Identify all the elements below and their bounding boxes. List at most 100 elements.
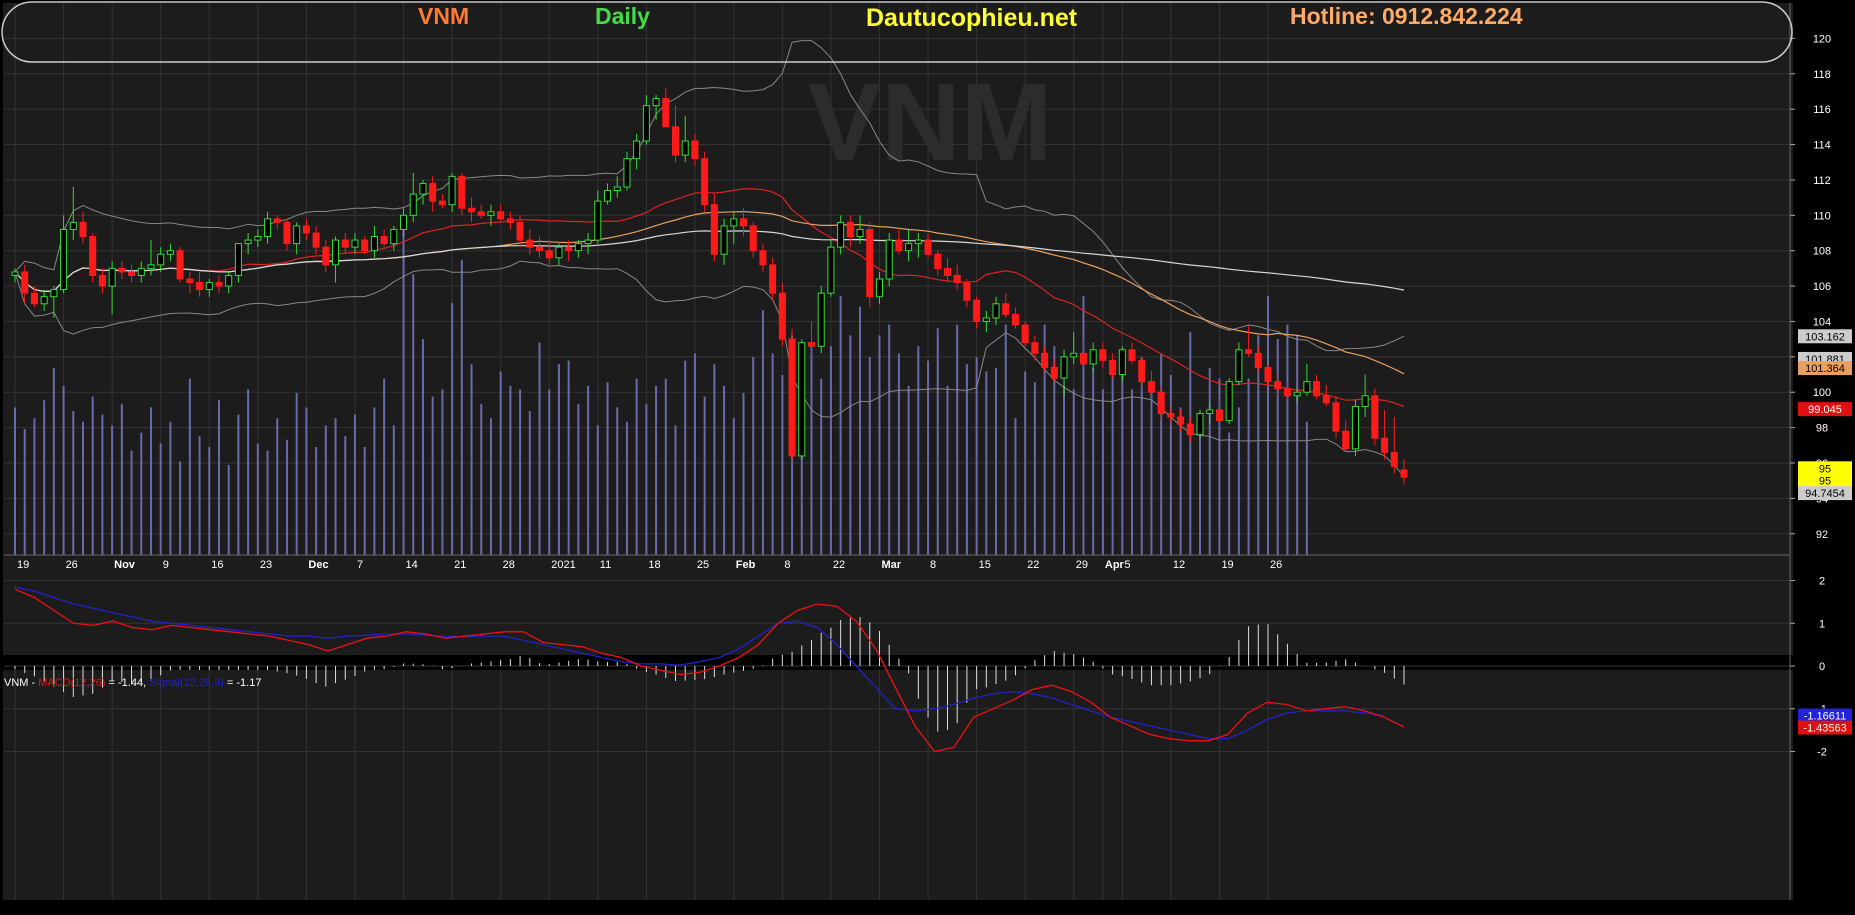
volume-bar	[917, 346, 920, 555]
candle-body	[1079, 352, 1087, 365]
volume-bar	[1121, 375, 1124, 555]
volume-bar	[703, 396, 706, 555]
volume-bar	[72, 411, 75, 555]
macd-legend-prefix: VNM -	[4, 677, 38, 689]
price-y-tick-label: 118	[1813, 69, 1831, 81]
candle-body	[992, 303, 1000, 319]
candle-body	[1215, 409, 1223, 422]
x-tick-label: 11	[600, 559, 611, 571]
volume-bar	[878, 335, 881, 555]
volume-bar	[927, 360, 930, 555]
x-tick-label: Dec	[308, 559, 328, 571]
volume-bar	[140, 432, 143, 555]
candle-body	[312, 232, 320, 248]
stock-chart: VNM 929496981001021041061081101121141161…	[0, 0, 1855, 910]
candle-body	[875, 278, 883, 298]
candle-body	[1041, 352, 1049, 368]
candle-body	[662, 98, 670, 128]
price-y-tick-label: 120	[1813, 33, 1831, 45]
candle-body	[1050, 366, 1058, 379]
candle-body	[866, 228, 874, 298]
x-tick-label: 21	[454, 559, 466, 571]
macd-legend-macd-name: MACD(12,26)	[38, 677, 105, 689]
hotline-label: Hotline: 0912.842.224	[1290, 3, 1523, 29]
candle-body	[1099, 349, 1107, 361]
volume-bar	[995, 367, 998, 555]
candle-body	[846, 221, 854, 238]
x-tick-label: 26	[1270, 559, 1282, 571]
candle-body	[60, 228, 68, 291]
volume-bar	[1072, 389, 1075, 555]
candle-body	[759, 250, 767, 266]
chart-stage: VNM 929496981001021041061081101121141161…	[0, 0, 1855, 910]
volume-bar	[567, 360, 570, 555]
candle-body	[739, 218, 748, 227]
x-tick-label: 22	[833, 559, 845, 571]
volume-bar	[771, 353, 774, 555]
candle-body	[477, 211, 485, 216]
volume-bar	[1305, 421, 1308, 555]
volume-bar	[985, 371, 988, 555]
macd-y-tick-label: -2	[1817, 746, 1827, 758]
volume-bar	[538, 342, 541, 555]
x-tick-label: 8	[930, 559, 936, 571]
x-tick-label: 28	[503, 559, 515, 571]
volume-bar	[732, 418, 735, 555]
x-tick-label: 14	[406, 559, 418, 571]
volume-bar	[208, 447, 211, 555]
volume-bar	[217, 400, 220, 555]
candle-body	[720, 225, 728, 255]
volume-bar	[946, 385, 949, 555]
volume-bar	[674, 425, 677, 555]
candle-body	[147, 264, 155, 269]
volume-bar	[956, 324, 959, 555]
candle-body	[370, 236, 378, 252]
price-value-tag-text: 95	[1819, 463, 1831, 475]
volume-bar	[149, 407, 152, 555]
volume-bar	[285, 439, 288, 555]
candle-body	[1089, 349, 1097, 365]
volume-bar	[1237, 407, 1240, 555]
candle-body	[497, 211, 505, 220]
volume-bar	[431, 396, 434, 555]
candle-body	[400, 214, 408, 230]
volume-bar	[693, 353, 696, 555]
candle-body	[701, 158, 709, 206]
candle-body	[914, 239, 922, 245]
volume-bar	[111, 425, 114, 555]
volume-bar	[1024, 371, 1027, 555]
volume-bar	[936, 328, 939, 555]
candle-body	[1351, 405, 1359, 450]
candle-body	[137, 267, 145, 276]
candle-body	[1128, 349, 1136, 361]
candle-body	[1138, 359, 1146, 383]
volume-bar	[596, 425, 599, 555]
candle-body	[332, 239, 340, 266]
candle-body	[322, 246, 330, 266]
volume-bar	[509, 385, 512, 555]
volume-bar	[713, 364, 716, 555]
volume-bar	[188, 378, 191, 555]
volume-bar	[256, 443, 259, 555]
price-y-tick-label: 112	[1813, 175, 1831, 187]
ticker-label: VNM	[418, 3, 469, 29]
price-y-tick-label: 98	[1816, 423, 1828, 435]
candle-body	[1254, 352, 1262, 368]
candle-body	[973, 299, 981, 322]
volume-bar	[587, 385, 590, 555]
volume-bar	[839, 295, 842, 555]
candle-body	[691, 140, 699, 160]
x-tick-label: Mar	[881, 559, 901, 571]
candle-body	[128, 271, 136, 276]
candle-body	[1196, 412, 1204, 436]
volume-bar	[548, 389, 551, 555]
candle-body	[1361, 395, 1369, 407]
volume-bar	[315, 447, 318, 555]
volume-bar	[1033, 382, 1036, 555]
candle-body	[1060, 356, 1068, 379]
volume-bar	[1276, 339, 1279, 555]
volume-bar	[489, 418, 492, 555]
candle-body	[1390, 451, 1398, 468]
volume-bar	[761, 310, 764, 555]
volume-bar	[1111, 364, 1114, 555]
